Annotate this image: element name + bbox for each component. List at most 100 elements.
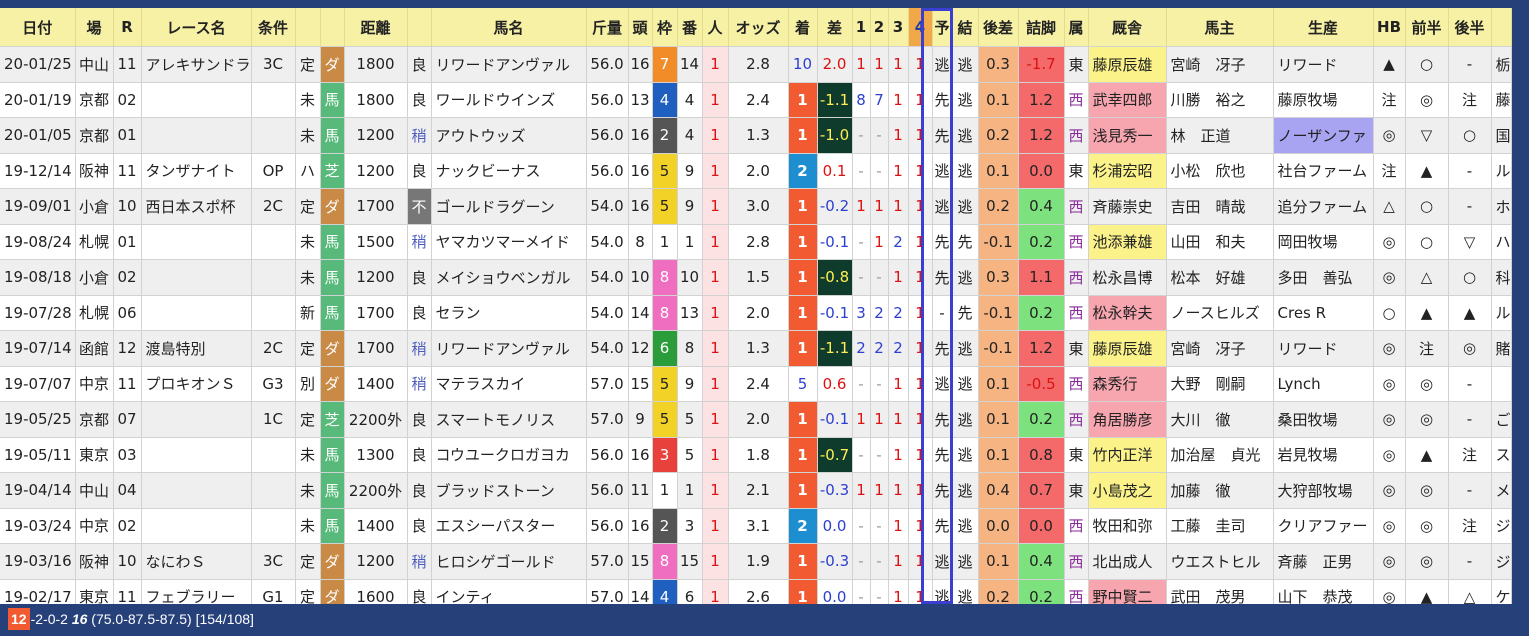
header-cell[interactable]: オッズ <box>728 8 789 47</box>
table-cell: 1 <box>908 437 933 473</box>
table-cell: ◎ <box>1373 366 1406 402</box>
table-cell: 小倉 <box>75 188 114 225</box>
table-cell: 1200 <box>344 259 408 296</box>
header-cell[interactable]: レース名 <box>141 8 252 47</box>
table-cell: 56.0 <box>586 437 629 473</box>
header-cell[interactable]: 1 <box>852 8 871 47</box>
table-cell: 0.2 <box>1018 295 1065 331</box>
summary-footer: 12 -2-0-2 16 (75.0-87.5-87.5) [154/108] <box>0 604 1529 636</box>
table-cell <box>251 295 296 331</box>
table-cell: 未 <box>295 437 321 473</box>
header-cell[interactable]: 番 <box>677 8 703 47</box>
header-cell[interactable]: 差 <box>817 8 853 47</box>
table-row[interactable]: 19-03/16 阪神 10 なにわＳ 3C 定ダ 1200 稍ヒロシゲゴールド 57.0 15 8… <box>0 543 1512 580</box>
table-row[interactable]: 20-01/19 京都 02 未馬 1800 良ワールドウインズ 56.0 13 4 4 1 2.4 1… <box>0 82 1512 118</box>
table-row[interactable]: 19-05/25 京都 07 1C 定芝 2200外良スマートモノリス 57.0 9 5 5 1 2.… <box>0 401 1512 438</box>
table-cell: 4 <box>677 117 703 154</box>
table-cell: 0.3 <box>978 259 1019 296</box>
table-cell: 1 <box>870 401 889 438</box>
table-row[interactable]: 19-08/18 小倉 02 未馬 1200 良メイショウベンガル 54.0 10 8 10 1 1.… <box>0 259 1512 296</box>
header-cell[interactable]: 枠 <box>652 8 678 47</box>
header-cell[interactable]: 距離 <box>344 8 408 47</box>
table-cell: 5 <box>652 366 678 402</box>
header-cell[interactable]: 着 <box>788 8 818 47</box>
table-cell: 逃 <box>952 330 979 367</box>
table-row[interactable]: 19-09/01 小倉 10 西日本スポ杯 2C 定ダ 1700 不ゴールドラグーン 54.0 1… <box>0 188 1512 225</box>
table-cell: 良 <box>407 82 432 118</box>
table-cell: 16 <box>628 188 653 225</box>
header-cell[interactable]: 馬主 <box>1166 8 1274 47</box>
header-cell[interactable]: 条件 <box>251 8 296 47</box>
table-cell <box>251 508 296 544</box>
header-cell[interactable]: 馬名 <box>431 8 587 47</box>
header-cell[interactable]: 人 <box>702 8 729 47</box>
table-cell: 1.2 <box>1018 82 1065 118</box>
header-cell[interactable]: 2 <box>870 8 889 47</box>
header-cell[interactable]: 属 <box>1064 8 1089 47</box>
header-cell[interactable]: 前半 <box>1405 8 1449 47</box>
header-cell[interactable]: 場 <box>75 8 114 47</box>
table-cell: 1.2 <box>1018 117 1065 154</box>
table-cell: 1C <box>251 401 296 438</box>
table-cell: ホ <box>1491 188 1512 225</box>
table-cell: 54.0 <box>586 224 629 260</box>
table-cell: ◎ <box>1405 472 1449 509</box>
table-row[interactable]: 19-12/14 阪神 11 タンザナイト OP ハ芝 1200 良ナックビーナス 56.0 16… <box>0 153 1512 189</box>
table-cell: 16 <box>628 46 653 83</box>
table-cell: 1300 <box>344 437 408 473</box>
table-cell: 2.0 <box>728 295 789 331</box>
header-cell[interactable]: 厩舎 <box>1088 8 1167 47</box>
header-cell[interactable]: 日付 <box>0 8 76 47</box>
header-cell[interactable]: 斤量 <box>586 8 629 47</box>
table-row[interactable]: 19-07/07 中京 11 プロキオンＳ G3 別ダ 1400 稍マテラスカイ 57.0 15 5… <box>0 366 1512 402</box>
table-row[interactable]: 19-07/28 札幌 06 新馬 1700 良セラン 54.0 14 8 13 1 2.0 1 -0.1… <box>0 295 1512 331</box>
table-cell: 1 <box>888 437 909 473</box>
header-cell[interactable]: R <box>113 8 142 47</box>
header-cell[interactable] <box>295 8 321 47</box>
table-row[interactable]: 19-05/11 東京 03 未馬 1300 良コウユークロガヨカ 56.0 16 3 5 1 1.8… <box>0 437 1512 473</box>
table-cell: 19-04/14 <box>0 472 76 509</box>
table-cell: ◎ <box>1405 82 1449 118</box>
table-row[interactable]: 19-08/24 札幌 01 未馬 1500 稍ヤマカツマーメイド 54.0 8 1 1 1 2.8 1… <box>0 224 1512 260</box>
table-cell: ◎ <box>1373 224 1406 260</box>
table-cell: - <box>852 224 871 260</box>
table-cell: ◎ <box>1405 508 1449 544</box>
table-cell: 1 <box>888 153 909 189</box>
table-cell: クリアファー <box>1273 508 1374 544</box>
table-cell: 逃 <box>952 153 979 189</box>
header-cell[interactable]: 3 <box>888 8 909 47</box>
table-cell: 3 <box>852 295 871 331</box>
table-row[interactable]: 19-03/24 中京 02 未馬 1400 良エスシーパスター 56.0 16 2 3 1 3.1 2… <box>0 508 1512 544</box>
table-cell: 1 <box>788 82 818 118</box>
table-cell: ◎ <box>1405 401 1449 438</box>
table-cell: 2 <box>888 330 909 367</box>
header-cell[interactable] <box>1491 8 1512 47</box>
table-cell: 56.0 <box>586 46 629 83</box>
table-cell: マテラスカイ <box>431 366 587 402</box>
table-row[interactable]: 20-01/25 中山 11 アレキサンドラ 3C 定ダ 1800 良リワードアンヴァル 56.… <box>0 46 1512 83</box>
header-cell[interactable]: 4 <box>908 8 933 47</box>
table-cell: 1 <box>908 46 933 83</box>
header-cell[interactable]: 後差 <box>978 8 1019 47</box>
header-cell[interactable] <box>407 8 432 47</box>
table-cell: 2200外 <box>344 472 408 509</box>
table-row[interactable]: 20-01/05 京都 01 未馬 1200 稍アウトウッズ 56.0 16 2 4 1 1.3 1 -1… <box>0 117 1512 154</box>
header-cell[interactable]: 結 <box>952 8 979 47</box>
header-cell[interactable] <box>320 8 345 47</box>
header-cell[interactable]: 予 <box>932 8 953 47</box>
table-cell <box>141 401 252 438</box>
header-cell[interactable]: 後半 <box>1448 8 1492 47</box>
header-cell[interactable]: 頭 <box>628 8 653 47</box>
header-cell[interactable]: HB <box>1373 8 1406 47</box>
table-cell: 2 <box>852 330 871 367</box>
header-cell[interactable]: 詰脚 <box>1018 8 1065 47</box>
table-cell: - <box>870 259 889 296</box>
table-cell: 注 <box>1448 82 1492 118</box>
table-cell: ご <box>1491 401 1512 438</box>
table-cell: 1200 <box>344 117 408 154</box>
table-cell: 8 <box>652 259 678 296</box>
table-cell: 0.4 <box>1018 543 1065 580</box>
table-row[interactable]: 19-07/14 函館 12 渡島特別 2C 定ダ 1700 稍リワードアンヴァル 54.0 12… <box>0 330 1512 367</box>
header-cell[interactable]: 生産 <box>1273 8 1374 47</box>
table-row[interactable]: 19-04/14 中山 04 未馬 2200外良ブラッドストーン 56.0 11 1 1 1 2.1… <box>0 472 1512 509</box>
